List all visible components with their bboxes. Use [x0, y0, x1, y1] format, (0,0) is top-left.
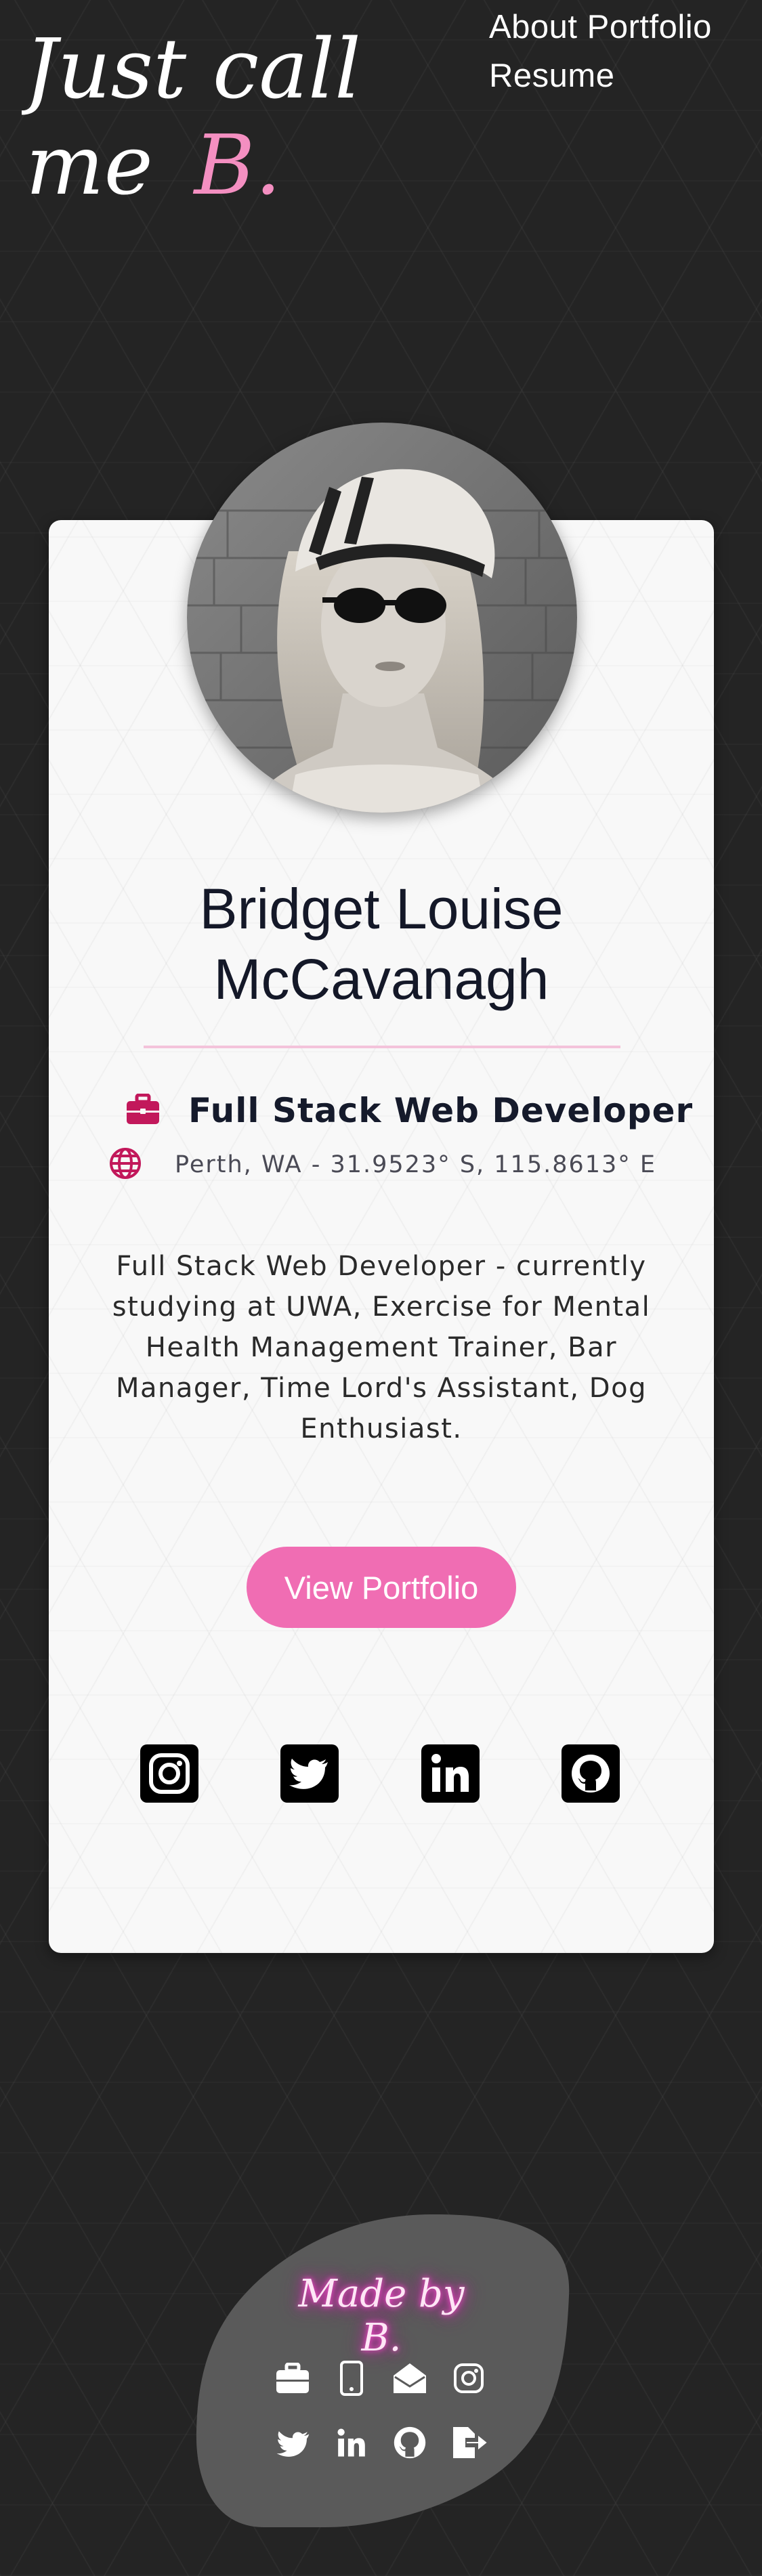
twitter-icon[interactable] [273, 2423, 312, 2462]
instagram-icon[interactable] [449, 2359, 488, 2398]
location-row: Perth, WA - 31.9523° S, 115.8613° E [108, 1144, 656, 1185]
svg-text:me B.: me B. [26, 117, 281, 207]
made-by-signature: Made by B. [298, 2272, 465, 2360]
view-portfolio-button[interactable]: View Portfolio [247, 1547, 516, 1628]
profile-photo [187, 423, 577, 813]
nav-about-portfolio[interactable]: About Portfolio [489, 3, 712, 51]
twitter-icon[interactable] [280, 1744, 339, 1803]
main-nav: About Portfolio Resume [489, 3, 712, 100]
profile-name: Bridget Louise McCavanagh [49, 874, 714, 1014]
name-line1: Bridget Louise [199, 877, 564, 941]
linkedin-icon[interactable] [332, 2423, 371, 2462]
phone-icon[interactable] [332, 2359, 371, 2398]
logo-accent: B. [193, 117, 281, 207]
instagram-icon[interactable] [140, 1744, 198, 1803]
job-row: Full Stack Web Developer [126, 1083, 693, 1138]
job-title: Full Stack Web Developer [188, 1091, 694, 1130]
email-icon[interactable] [390, 2359, 429, 2398]
github-icon[interactable] [390, 2423, 429, 2462]
globe-icon [108, 1146, 142, 1183]
profile-photo-image [187, 423, 577, 813]
sign-out-icon[interactable] [449, 2423, 488, 2462]
nav-resume[interactable]: Resume [489, 51, 712, 100]
name-divider [144, 1046, 620, 1048]
logo-line2-prefix: me [26, 117, 153, 207]
bio-text: Full Stack Web Developer - currently stu… [112, 1251, 651, 1444]
github-icon[interactable] [562, 1744, 620, 1803]
linkedin-icon[interactable] [421, 1744, 480, 1803]
location-text: Perth, WA - 31.9523° S, 115.8613° E [175, 1151, 657, 1178]
site-logo[interactable]: Just call me B. [22, 24, 387, 207]
name-line2: McCavanagh [213, 947, 549, 1011]
footer-blob [196, 2214, 570, 2527]
briefcase-icon [126, 1093, 160, 1128]
briefcase-icon[interactable] [273, 2359, 312, 2398]
logo-line1: Just call [22, 24, 361, 117]
